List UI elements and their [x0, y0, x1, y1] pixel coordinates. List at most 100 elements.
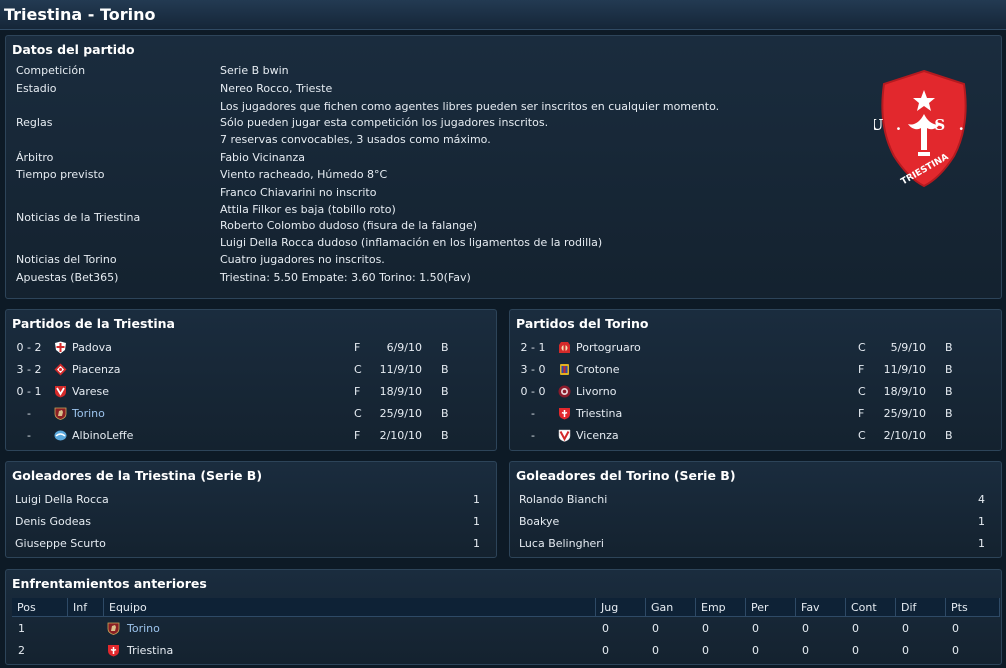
fixture-team: Portogruaro: [576, 341, 641, 354]
match-detail-value: Cuatro jugadores no inscritos.: [220, 253, 385, 267]
match-detail-value: Luigi Della Rocca dudoso (inflamación en…: [220, 235, 603, 249]
fixture-score: 3 - 2: [16, 363, 42, 376]
window-title: Triestina - Torino: [4, 5, 156, 24]
column-header-gan[interactable]: Gan: [646, 598, 696, 617]
fixture-team: Vicenza: [576, 429, 619, 442]
scorer-row[interactable]: Giuseppe Scurto 1: [6, 537, 496, 555]
column-header-dif[interactable]: Dif: [896, 598, 946, 617]
column-header-jug[interactable]: Jug: [596, 598, 646, 617]
fixture-row[interactable]: 0 - 1 Varese F 18/9/10 B: [6, 385, 496, 403]
fixture-score: 0 - 0: [520, 385, 546, 398]
table-cell-pts: 0: [952, 644, 959, 657]
fixture-row[interactable]: 3 - 0 Crotone F 11/9/10 B: [510, 363, 1001, 381]
table-cell-team: Triestina: [127, 644, 174, 657]
fixture-date: 25/9/10: [883, 407, 926, 420]
match-detail-label: Árbitro: [16, 150, 54, 164]
fixture-row[interactable]: 0 - 0 Livorno C 18/9/10 B: [510, 385, 1001, 403]
column-header-cont[interactable]: Cont: [846, 598, 896, 617]
fixture-competition: B: [945, 407, 953, 420]
fixture-competition: B: [441, 429, 449, 442]
portogruaro-crest-icon: [558, 341, 571, 354]
fixture-date: 25/9/10: [379, 407, 422, 420]
fixture-row[interactable]: 3 - 2 Piacenza C 11/9/10 B: [6, 363, 496, 381]
away-fixtures-panel: Partidos del Torino 2 - 1 Portogruaro C 5/9…: [509, 309, 1002, 451]
scorer-goals: 1: [473, 537, 480, 550]
fixture-row[interactable]: 0 - 2 Padova F 6/9/10 B: [6, 341, 496, 359]
fixture-date: 11/9/10: [379, 363, 422, 376]
fixture-venue: F: [354, 429, 361, 442]
scorer-row[interactable]: Luigi Della Rocca 1: [6, 493, 496, 511]
column-header-emp[interactable]: Emp: [696, 598, 746, 617]
match-detail-value: 7 reservas convocables, 3 usados como má…: [220, 132, 491, 146]
scorer-row[interactable]: Rolando Bianchi 4: [510, 493, 1001, 511]
piacenza-crest-icon: [54, 363, 67, 376]
column-header-pos[interactable]: Pos: [12, 598, 68, 617]
fixture-venue: F: [858, 363, 865, 376]
fixture-row[interactable]: 2 - 1 Portogruaro C 5/9/10 B: [510, 341, 1001, 359]
fixture-venue: F: [354, 385, 361, 398]
table-cell-pos: 1: [18, 622, 25, 635]
scorer-row[interactable]: Luca Belingheri 1: [510, 537, 1001, 555]
fixture-row[interactable]: - Vicenza C 2/10/10 B: [510, 429, 1001, 447]
head-to-head-table-header: Pos Inf Equipo Jug Gan Emp Per Fav Cont Dif Pts: [12, 598, 1000, 617]
fixture-team: AlbinoLeffe: [72, 429, 134, 442]
match-detail-value: Fabio Vicinanza: [220, 150, 305, 164]
fixture-venue: F: [354, 341, 361, 354]
fixture-venue: C: [858, 385, 866, 398]
table-row[interactable]: 1 Torino 0 0 0 0 0 0 0 0: [12, 622, 1000, 640]
fixture-team[interactable]: Torino: [72, 407, 105, 420]
match-detail-label: Estadio: [16, 81, 57, 95]
column-header-per[interactable]: Per: [746, 598, 796, 617]
match-detail-value: Serie B bwin: [220, 64, 289, 77]
match-detail-label: Reglas: [16, 116, 53, 130]
table-row[interactable]: 2 Triestina 0 0 0 0 0 0 0 0: [12, 644, 1000, 662]
fixture-score: -: [27, 429, 31, 442]
match-detail-label: Noticias del Torino: [16, 253, 117, 267]
fixture-score: -: [27, 407, 31, 420]
table-cell-team[interactable]: Torino: [127, 622, 160, 635]
scorer-row[interactable]: Boakye 1: [510, 515, 1001, 533]
fixture-competition: B: [441, 385, 449, 398]
match-detail-label: Noticias de la Triestina: [16, 210, 141, 224]
table-cell-cont: 0: [852, 622, 859, 635]
fixture-team: Padova: [72, 341, 112, 354]
column-header-equipo[interactable]: Equipo: [104, 598, 596, 617]
triestina-crest-icon: [558, 407, 571, 420]
home-scorers-panel: Goleadores de la Triestina (Serie B) Lui…: [5, 461, 497, 558]
table-cell-gan: 0: [652, 644, 659, 657]
fixture-row[interactable]: - AlbinoLeffe F 2/10/10 B: [6, 429, 496, 447]
match-detail-value: Los jugadores que fichen como agentes li…: [220, 99, 720, 113]
column-header-inf[interactable]: Inf: [68, 598, 104, 617]
fixture-date: 6/9/10: [386, 341, 422, 354]
home-fixtures-panel: Partidos de la Triestina 0 - 2 Padova F 6/9…: [5, 309, 497, 451]
column-header-pts[interactable]: Pts: [946, 598, 1000, 617]
fixture-venue: F: [858, 407, 865, 420]
scorer-row[interactable]: Denis Godeas 1: [6, 515, 496, 533]
match-details-title: Datos del partido: [12, 42, 135, 57]
head-to-head-title: Enfrentamientos anteriores: [12, 576, 207, 591]
table-cell-pts: 0: [952, 622, 959, 635]
fixture-row[interactable]: - Torino C 25/9/10 B: [6, 407, 496, 425]
scorer-goals: 1: [473, 515, 480, 528]
match-detail-value: Sólo pueden jugar esta competición los j…: [220, 116, 549, 130]
fixture-team: Livorno: [576, 385, 617, 398]
fixture-venue: C: [858, 341, 866, 354]
match-detail-value: Attila Filkor es baja (tobillo roto): [220, 202, 396, 216]
scorer-goals: 1: [978, 537, 985, 550]
title-bar: Triestina - Torino: [0, 0, 1006, 30]
table-cell-pos: 2: [18, 644, 25, 657]
fixture-row[interactable]: - Triestina F 25/9/10 B: [510, 407, 1001, 425]
column-header-fav[interactable]: Fav: [796, 598, 846, 617]
match-detail-value: Roberto Colombo dudoso (fisura de la fal…: [220, 219, 478, 233]
crest-us-text: U. S.: [874, 116, 974, 134]
table-cell-per: 0: [752, 622, 759, 635]
scorer-name: Luigi Della Rocca: [15, 493, 109, 506]
fixture-date: 2/10/10: [883, 429, 926, 442]
torino-crest-icon: [54, 407, 67, 420]
fixture-competition: B: [945, 385, 953, 398]
table-cell-jug: 0: [602, 622, 609, 635]
fixture-competition: B: [945, 341, 953, 354]
scorer-goals: 1: [978, 515, 985, 528]
fixture-date: 2/10/10: [379, 429, 422, 442]
match-details-panel: Datos del partido Competición Serie B bwi…: [5, 35, 1002, 299]
